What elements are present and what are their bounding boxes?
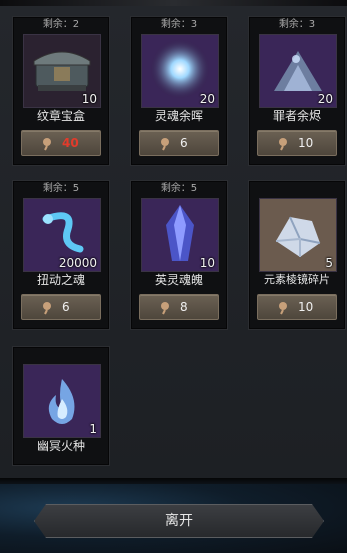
item-name: 纹章宝盒	[36, 109, 85, 123]
item-price: 10	[298, 300, 314, 314]
item-name: 扭动之魂	[36, 273, 85, 287]
shop-item-card[interactable]: 1 幽冥火种	[12, 346, 110, 466]
buy-button[interactable]: 10	[257, 294, 337, 320]
shard-coin-icon	[43, 138, 51, 151]
remaining-count: 剩余：5	[160, 183, 198, 194]
shard-coin-icon	[161, 138, 169, 151]
shop-item-card[interactable]: 剩余：3 20 罪者余烬 10	[248, 16, 346, 166]
item-price: 6	[180, 136, 188, 150]
leave-button[interactable]: 离开	[34, 504, 324, 538]
remaining-count: 剩余：3	[278, 19, 316, 30]
item-name: 灵魂余晖	[154, 109, 203, 123]
shard-coin-icon	[279, 302, 287, 315]
remaining-count: 剩余：5	[42, 183, 80, 194]
buy-button[interactable]: 6	[21, 294, 101, 320]
shop-item-card[interactable]: 剩余：3 20 灵魂余晖 6	[130, 16, 228, 166]
item-name: 罪者余烬	[272, 109, 321, 123]
shard-coin-icon	[161, 302, 169, 315]
top-ornament	[0, 0, 347, 6]
shop-item-card[interactable]: 剩余：5 20000 扭动之魂 6	[12, 180, 110, 330]
shop-item-card[interactable]: 剩余：2 10 纹章宝盒 40	[12, 16, 110, 166]
leave-button-label: 离开	[165, 513, 193, 529]
item-price: 8	[180, 300, 188, 314]
buy-button[interactable]: 6	[139, 130, 219, 156]
remaining-count: 剩余：2	[42, 19, 80, 30]
remaining-count: 剩余：3	[160, 19, 198, 30]
shop-item-card[interactable]: 5 元素棱镜碎片 10	[248, 180, 346, 330]
shop-item-card[interactable]: 剩余：5 10 英灵魂魄 8	[130, 180, 228, 330]
buy-button[interactable]: 8	[139, 294, 219, 320]
shard-coin-icon	[279, 138, 287, 151]
item-price: 40	[62, 136, 79, 150]
item-name: 英灵魂魄	[154, 273, 203, 287]
shard-coin-icon	[43, 302, 51, 315]
item-price: 10	[298, 136, 314, 150]
item-name: 元素棱镜碎片	[264, 273, 330, 286]
item-price: 6	[62, 300, 70, 314]
buy-button[interactable]: 10	[257, 130, 337, 156]
buy-button[interactable]: 40	[21, 130, 101, 156]
item-name: 幽冥火种	[36, 439, 85, 453]
